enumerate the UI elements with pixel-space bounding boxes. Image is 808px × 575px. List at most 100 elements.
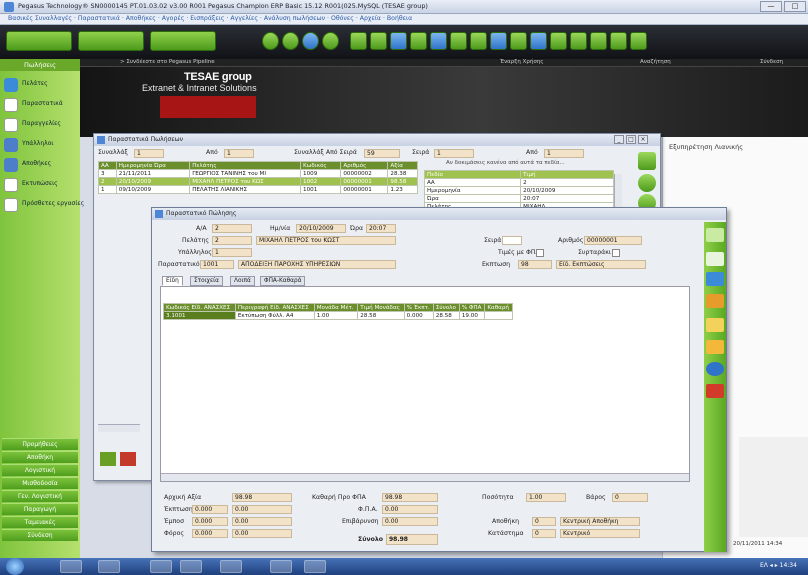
tab-vat-net[interactable]: ΦΠΑ-Καθαρά [260, 276, 306, 286]
nav-last-icon[interactable] [322, 32, 339, 50]
time-field[interactable]: 20:07 [366, 224, 396, 233]
menu-items[interactable]: Βασικές Συναλλαγές · Παραστατικά · Αποθή… [8, 15, 412, 22]
discount-percent-field[interactable]: 0.000 [192, 505, 228, 514]
filter-from-field[interactable]: 1 [134, 149, 164, 158]
help-icon[interactable] [530, 32, 547, 50]
close-button[interactable]: × [638, 135, 648, 144]
print-icon[interactable] [706, 252, 724, 266]
series-field[interactable] [502, 236, 522, 245]
help-icon[interactable] [706, 362, 724, 376]
warehouse-name-field[interactable]: Κεντρική Αποθήκη [560, 517, 640, 526]
tab-other[interactable]: Λοιπά [230, 276, 255, 286]
detail-row[interactable]: Ώρα 20:07 [423, 194, 614, 203]
col-header[interactable]: Αριθμός [340, 161, 389, 170]
drawer-checkbox[interactable] [612, 249, 620, 257]
settings-icon[interactable] [510, 32, 527, 50]
items-h-scrollbar[interactable] [161, 473, 689, 481]
detail-row[interactable]: ΑΑ 2 [423, 178, 614, 187]
document-type-code-field[interactable]: 1001 [200, 260, 234, 269]
start-button[interactable] [6, 558, 24, 575]
col-header[interactable]: Πελάτης [189, 161, 302, 170]
footer-red-icon[interactable] [120, 452, 136, 466]
col-header[interactable]: Περιγραφή Είδ. ΑΝΑΣΧΕΣ [234, 303, 315, 312]
col-header[interactable]: Σύνολο [432, 303, 460, 312]
sidebar-item-orders[interactable]: Παραγγελίες [4, 116, 76, 134]
sidebar-section-warehouse[interactable]: Αποθήκη [2, 451, 78, 463]
save-icon[interactable] [706, 272, 724, 286]
customer-code-field[interactable]: 2 [212, 236, 252, 245]
folder-icon[interactable] [430, 32, 447, 50]
sidebar-section-cash[interactable]: Ταμειακές [2, 516, 78, 528]
tax-amount-field[interactable]: 0.00 [232, 529, 292, 538]
new-icon[interactable] [706, 228, 724, 242]
col-header[interactable]: Κωδικός Είδ. ΑΝΑΣΧΕΣ [163, 303, 236, 312]
sidebar-item-customers[interactable]: Πελάτες [4, 76, 76, 94]
sidebar-section-payroll[interactable]: Μισθοδοσία [2, 477, 78, 489]
charge-amount-field[interactable]: 0.00 [232, 517, 292, 526]
employee-field[interactable]: 1 [212, 248, 252, 257]
toolbar-button-2[interactable] [78, 31, 144, 51]
sidebar-item-prints[interactable]: Εκτυπώσεις [4, 176, 76, 194]
discount-code-field[interactable]: 98 [518, 260, 552, 269]
report-icon[interactable] [470, 32, 487, 50]
store-code-field[interactable]: 0 [532, 529, 556, 538]
table-row[interactable]: 3 21/11/2011 ΓΕΩΡΓΙΟΣ ΤΑΝΙΝΗΣ του ΜΙ 100… [98, 169, 418, 178]
taskbar-app-2[interactable] [98, 560, 120, 573]
filter-apo-field[interactable]: 1 [544, 149, 584, 158]
tax-percent-field[interactable]: 0.000 [192, 529, 228, 538]
taskbar-app-4[interactable] [180, 560, 202, 573]
system-tray-clock[interactable]: ΕΛ ◂ ▸ 14:34 [760, 562, 797, 569]
maximize-button[interactable]: □ [784, 1, 806, 12]
document-icon[interactable] [410, 32, 427, 50]
detail-row[interactable]: Ημερομηνία 20/10/2009 [423, 186, 614, 195]
col-header[interactable]: Ημερομηνία Ώρα [115, 161, 191, 170]
taskbar-app-5[interactable] [220, 560, 242, 573]
calendar-icon[interactable] [450, 32, 467, 50]
col-header[interactable]: % ΦΠΑ [458, 303, 486, 312]
minimize-button[interactable]: — [760, 1, 782, 12]
banner-field-2[interactable]: Αναζήτηση [640, 59, 671, 65]
discount-type-field[interactable]: Είδ. Εκπτώσεις [556, 260, 646, 269]
taskbar-app-3[interactable] [150, 560, 172, 573]
print-icon[interactable] [370, 32, 387, 50]
table-row[interactable]: 1 09/10/2009 ΠΕΛΑΤΗΣ ΛΙΑΝΙΚΗΣ 1001 00000… [98, 185, 418, 194]
filter-series-from-field[interactable]: 59 [364, 149, 400, 158]
banner-connect[interactable]: Σύνδεση [760, 59, 783, 65]
notes-icon[interactable] [706, 340, 724, 354]
number-field[interactable]: 00000001 [584, 236, 642, 245]
minimize-button[interactable]: _ [614, 135, 624, 144]
col-header[interactable]: Καθαρή [484, 303, 513, 312]
table-row[interactable]: 3.1001 Εκτύπωση Φύλλ. Α4 1.00 28.58 0.00… [163, 311, 513, 320]
prices-with-vat-checkbox[interactable] [536, 249, 544, 257]
discount-amount-field[interactable]: 0.00 [232, 505, 292, 514]
export-icon[interactable] [706, 294, 724, 308]
attach-icon[interactable] [706, 318, 724, 332]
sidebar-section-general-ledger[interactable]: Γεν. Λογιστική [2, 490, 78, 502]
customer-name-field[interactable]: ΜΙΧΑΗΛ ΠΕΤΡΟΣ του ΚΩΣΤ [256, 236, 396, 245]
col-header[interactable]: Μονάδα Μέτ. [313, 303, 359, 312]
table-row-selected[interactable]: 2 20/10/2009 ΜΙΧΑΗΛ ΠΕΤΡΟΣ του ΚΩΣ 1002 … [98, 177, 418, 186]
new-icon[interactable] [638, 152, 656, 170]
banner-field-1[interactable]: Έναρξη Χρήσης [500, 59, 544, 65]
stats-icon[interactable] [550, 32, 567, 50]
taskbar-app-6[interactable] [270, 560, 292, 573]
mail-icon[interactable] [490, 32, 507, 50]
sidebar-section-accounting[interactable]: Λογιστική [2, 464, 78, 476]
col-header[interactable]: Κωδικός [300, 161, 342, 170]
document-type-field[interactable]: ΑΠΟΔΕΙΞΗ ΠΑΡΟΧΗΣ ΥΠΗΡΕΣΙΩΝ [238, 260, 396, 269]
sidebar-item-employees[interactable]: Υπάλληλοι [4, 136, 76, 154]
filter-series-field[interactable]: 1 [434, 149, 474, 158]
aa-field[interactable]: 2 [212, 224, 252, 233]
nav-first-icon[interactable] [262, 32, 279, 50]
tab-items[interactable]: Είδη [162, 276, 183, 286]
col-header[interactable]: Αξία [387, 161, 418, 170]
taskbar-app-1[interactable] [60, 560, 82, 573]
sidebar-item-warehouses[interactable]: Αποθήκες [4, 156, 76, 174]
sidebar-item-documents[interactable]: Παραστατικά [4, 96, 76, 114]
col-header[interactable]: Τιμή Μονάδας [357, 303, 405, 312]
users-icon[interactable] [350, 32, 367, 50]
sidebar-section-purchases[interactable]: Προμήθειες [2, 438, 78, 450]
store-name-field[interactable]: Κεντρικό [560, 529, 640, 538]
toolbar-button-1[interactable] [6, 31, 72, 51]
window-icon[interactable] [570, 32, 587, 50]
